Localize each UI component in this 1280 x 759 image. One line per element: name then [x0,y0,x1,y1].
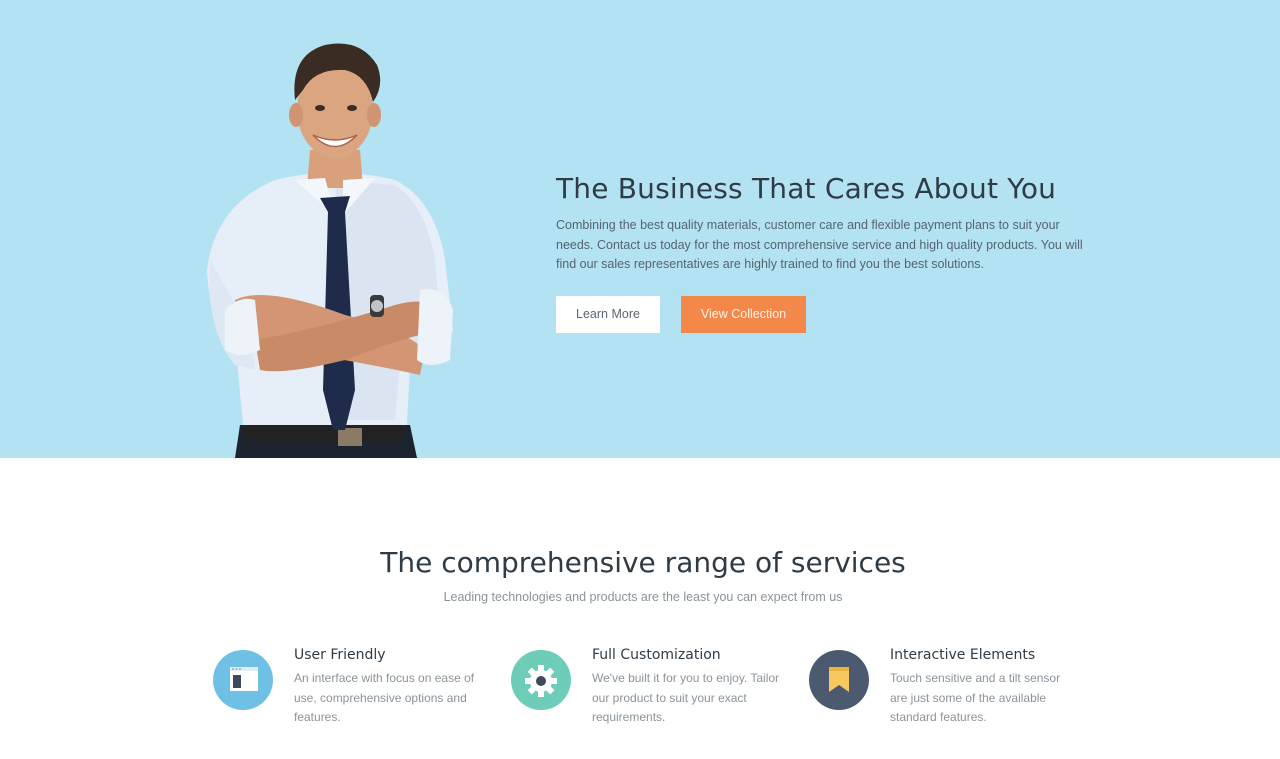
hero-title: The Business That Cares About You [556,172,1057,205]
hero-buttons: Learn More View Collection [556,295,1096,333]
feature-interactive-elements: Interactive Elements Touch sensitive and… [809,645,1099,735]
feature-full-customization: Full Customization We've built it for yo… [511,645,801,735]
hero-content: The Business That Cares About You Combin… [556,170,1096,333]
feature-title: Interactive Elements [890,647,1036,663]
feature-description: An interface with focus on ease of use, … [294,671,475,724]
feature-title: Full Customization [592,647,721,663]
feature-description: We've built it for you to enjoy. Tailor … [592,671,780,724]
feature-title: User Friendly [294,647,386,663]
bookmark-icon [809,650,869,710]
hero-section: The Business That Cares About You Combin… [0,0,1280,458]
services-title: The comprehensive range of services [380,546,906,579]
hero-description: Combining the best quality materials, cu… [556,218,1083,271]
services-subtitle: Leading technologies and products are th… [443,590,843,604]
learn-more-button[interactable]: Learn More [556,295,660,333]
gear-icon [511,650,571,710]
feature-description: Touch sensitive and a tilt sensor are ju… [890,671,1061,724]
businessman-photo [207,43,453,458]
window-icon [213,650,273,710]
view-collection-button[interactable]: View Collection [681,295,806,333]
feature-user-friendly: User Friendly An interface with focus on… [213,645,503,735]
